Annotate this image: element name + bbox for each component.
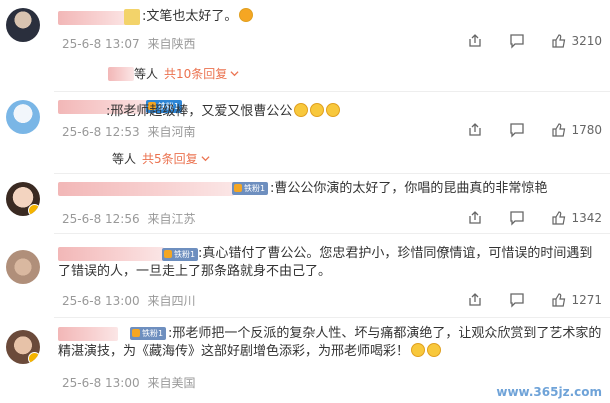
verified-badge-icon — [28, 204, 40, 216]
comment-actions: 3210 — [441, 33, 602, 49]
share-icon[interactable] — [467, 122, 483, 138]
chevron-down-icon — [201, 156, 210, 162]
comment-meta: 25-6-8 13:07 来自陕西 — [62, 35, 195, 52]
comment-icon[interactable] — [509, 210, 525, 226]
comment-actions: 1271 — [441, 292, 602, 308]
username-badge — [124, 9, 140, 25]
username[interactable] — [58, 11, 130, 25]
thumb-up-icon[interactable] — [551, 292, 567, 308]
comment-location: 来自江苏 — [147, 212, 196, 226]
comment-text: :邢老师超级棒，又爱又恨曹公公 — [106, 103, 341, 121]
emoji-icon — [239, 8, 254, 22]
comment-location: 来自四川 — [147, 294, 196, 308]
reply-summary[interactable]: 等人 共10条回复 — [108, 64, 239, 82]
comment-time: 25-6-8 13:00 — [62, 294, 140, 308]
like-count: 3210 — [571, 34, 602, 48]
like-count: 1271 — [571, 293, 602, 307]
comment-item: 铁粉1 :邢老师超级棒，又爱又恨曹公公 25-6-8 12:53 来自河南 17… — [0, 92, 610, 174]
more-replies-link[interactable]: 共5条回复 — [142, 152, 198, 166]
comment-location: 来自美国 — [147, 376, 196, 390]
crying-emoji-icon — [310, 103, 325, 117]
share-icon[interactable] — [467, 292, 483, 308]
comment-text: :真心错付了曹公公。您忠君护小，珍惜同僚情谊，可惜误的时间遇到了错误的人，一旦走… — [58, 246, 593, 279]
chevron-down-icon — [230, 71, 239, 77]
crying-emoji-icon — [294, 103, 309, 117]
username[interactable] — [58, 182, 234, 196]
avatar[interactable] — [6, 250, 40, 284]
comment-time: 25-6-8 12:53 — [62, 125, 140, 139]
comment-actions: 1780 — [441, 122, 602, 138]
comment-location: 来自陕西 — [147, 37, 196, 51]
crying-emoji-icon — [326, 103, 341, 117]
comment-item: 铁粉1 :邢老师把一个反派的复杂人性、坏与痛都演绝了，让观众欣赏到了艺术家的精湛… — [0, 318, 610, 403]
thumb-up-icon[interactable] — [551, 122, 567, 138]
share-icon[interactable] — [467, 210, 483, 226]
reply-summary[interactable]: 等人 共5条回复 — [112, 150, 210, 167]
reply-username — [108, 67, 134, 81]
comment-text: :文笔也太好了。 — [142, 8, 254, 26]
comment-meta: 25-6-8 12:53 来自河南 — [62, 123, 195, 140]
clap-emoji-icon — [411, 343, 426, 357]
avatar[interactable] — [6, 100, 40, 134]
comment-meta: 25-6-8 13:00 来自四川 — [62, 292, 195, 309]
comment-icon[interactable] — [509, 292, 525, 308]
comment-item: :文笔也太好了。 25-6-8 13:07 来自陕西 3210 等人 共10条回复 — [0, 0, 610, 92]
comment-time: 25-6-8 13:00 — [62, 376, 140, 390]
fan-crown-icon — [234, 184, 242, 192]
more-replies-link[interactable]: 共10条回复 — [164, 67, 227, 81]
comment-item: 铁粉1 :曹公公你演的太好了，你唱的昆曲真的非常惊艳 25-6-8 12:56 … — [0, 174, 610, 234]
comment-meta: 25-6-8 12:56 来自江苏 — [62, 210, 195, 227]
clap-emoji-icon — [427, 343, 442, 357]
thumb-up-icon[interactable] — [551, 33, 567, 49]
fan-badge[interactable]: 铁粉1 — [232, 182, 269, 195]
comment-text: :曹公公你演的太好了，你唱的昆曲真的非常惊艳 — [270, 181, 548, 196]
comment-location: 来自河南 — [147, 125, 196, 139]
watermark: www.365jz.com — [496, 385, 602, 399]
share-icon[interactable] — [467, 33, 483, 49]
verified-badge-icon — [28, 352, 40, 364]
comment-time: 25-6-8 12:56 — [62, 212, 140, 226]
comment-icon[interactable] — [509, 33, 525, 49]
comment-item: 铁粉1 :真心错付了曹公公。您忠君护小，珍惜同僚情谊，可惜误的时间遇到了错误的人… — [0, 234, 610, 318]
like-count: 1780 — [571, 123, 602, 137]
comment-time: 25-6-8 13:07 — [62, 37, 140, 51]
comment-actions: 1342 — [441, 210, 602, 226]
comment-icon[interactable] — [509, 122, 525, 138]
avatar[interactable] — [6, 330, 40, 364]
thumb-up-icon[interactable] — [551, 210, 567, 226]
comment-meta: 25-6-8 13:00 来自美国 — [62, 374, 195, 391]
like-count: 1342 — [571, 211, 602, 225]
comment-text: :邢老师把一个反派的复杂人性、坏与痛都演绝了，让观众欣赏到了艺术家的精湛演技，为… — [58, 326, 602, 359]
avatar[interactable] — [6, 182, 40, 216]
avatar[interactable] — [6, 8, 40, 42]
